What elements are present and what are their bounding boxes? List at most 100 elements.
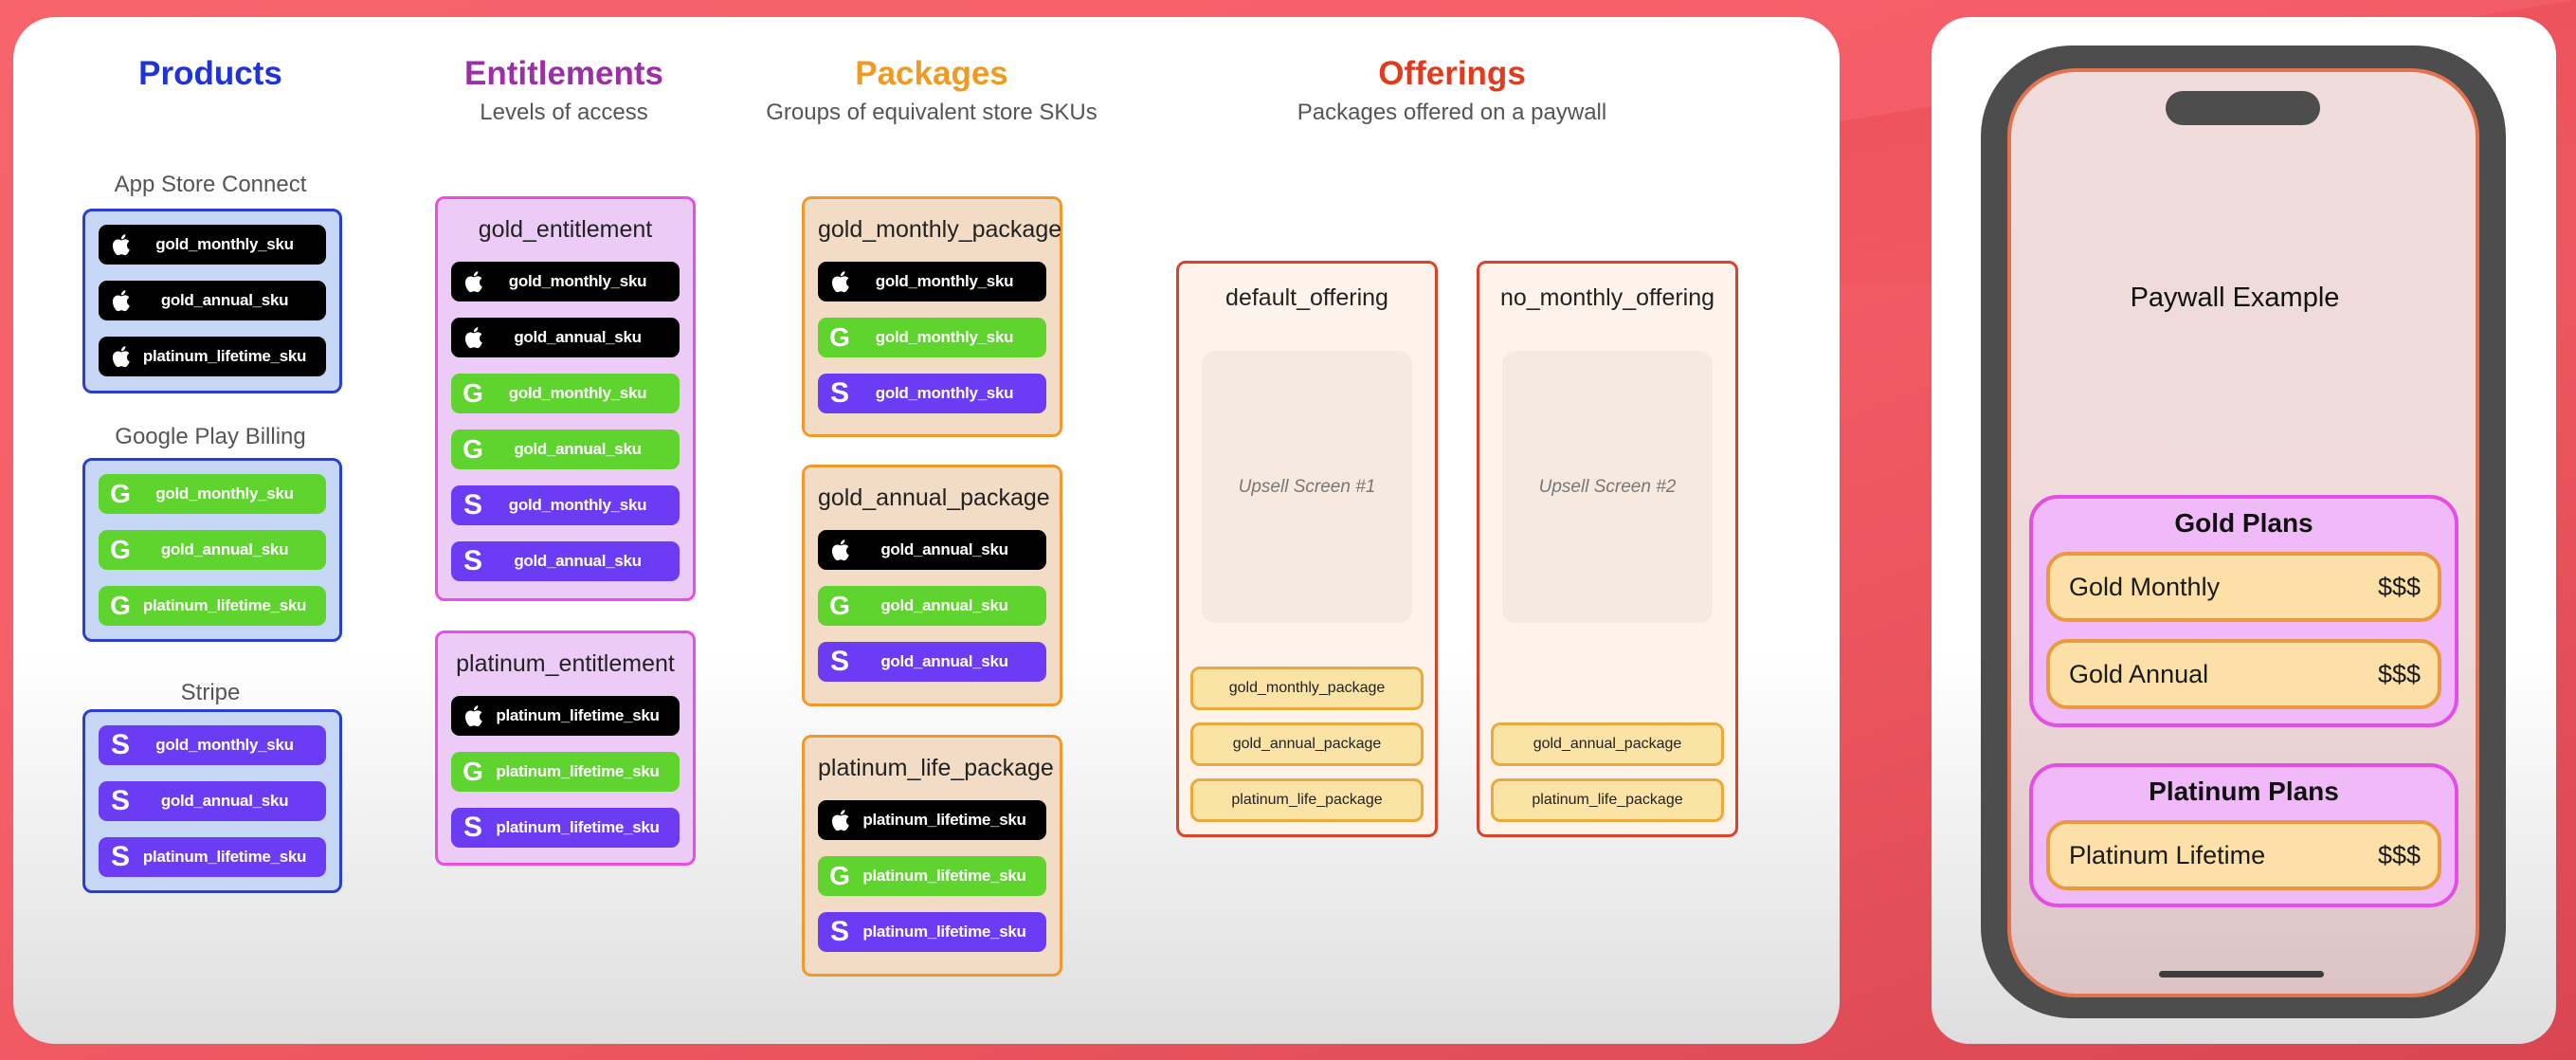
- offerings-subtitle: Packages offered on a paywall: [1297, 100, 1607, 125]
- sku-pill[interactable]: platinum_lifetime_sku: [818, 800, 1046, 840]
- sku-pill[interactable]: Gplatinum_lifetime_sku: [818, 856, 1046, 896]
- stripe-icon: S: [110, 729, 130, 760]
- apple-icon: [108, 286, 133, 315]
- entitlements-subtitle: Levels of access: [480, 100, 648, 125]
- sku-pill[interactable]: gold_annual_sku: [451, 318, 680, 357]
- offering-package[interactable]: gold_annual_package: [1190, 722, 1424, 766]
- sku-pill[interactable]: Ggold_annual_sku: [451, 429, 680, 469]
- sku-pill[interactable]: gold_monthly_sku: [818, 262, 1046, 302]
- sku-pill[interactable]: Ggold_monthly_sku: [451, 374, 680, 413]
- google-icon: G: [110, 591, 131, 620]
- sku-pill[interactable]: Splatinum_lifetime_sku: [451, 808, 680, 848]
- google-icon: G: [110, 479, 131, 508]
- store-box-app-store: gold_monthly_sku gold_annual_sku platinu…: [82, 209, 342, 393]
- sku-pill[interactable]: Gplatinum_lifetime_sku: [451, 752, 680, 792]
- google-icon: G: [829, 322, 850, 352]
- offering-package[interactable]: platinum_life_package: [1491, 778, 1724, 822]
- sku-pill[interactable]: gold_monthly_sku: [451, 262, 680, 302]
- upsell-screen-placeholder: Upsell Screen #2: [1502, 351, 1713, 623]
- sku-pill[interactable]: Splatinum_lifetime_sku: [99, 837, 326, 877]
- stripe-icon: S: [463, 489, 482, 521]
- entitlement-name: gold_entitlement: [478, 216, 653, 243]
- package-gold-annual: gold_annual_package gold_annual_sku Ggol…: [802, 465, 1062, 706]
- plan-item-gold-annual[interactable]: Gold Annual $$$: [2046, 639, 2441, 709]
- google-icon: G: [110, 535, 131, 564]
- entitlements-title: Entitlements: [463, 55, 664, 92]
- sku-pill[interactable]: gold_annual_sku: [99, 281, 326, 320]
- stripe-icon: S: [829, 377, 849, 409]
- plan-group-gold: Gold Plans Gold Monthly $$$ Gold Annual …: [2029, 495, 2458, 727]
- sku-pill[interactable]: Gplatinum_lifetime_sku: [99, 586, 326, 626]
- package-name: platinum_life_package: [818, 755, 1054, 781]
- offering-package[interactable]: platinum_life_package: [1190, 778, 1424, 822]
- sku-pill[interactable]: Sgold_monthly_sku: [99, 725, 326, 765]
- offering-default[interactable]: default_offering Upsell Screen #1 gold_m…: [1176, 261, 1438, 837]
- plan-price: $$$: [2377, 572, 2421, 601]
- paywall-title: Paywall Example: [2130, 283, 2340, 313]
- sku-pill[interactable]: Sgold_monthly_sku: [451, 485, 680, 525]
- apple-icon: [827, 806, 852, 834]
- plan-price: $$$: [2377, 840, 2421, 869]
- store-box-google-play: Ggold_monthly_sku Ggold_annual_sku Gplat…: [82, 458, 342, 642]
- stripe-icon: S: [829, 916, 849, 947]
- google-icon: G: [829, 591, 850, 620]
- package-name: gold_annual_package: [818, 484, 1050, 511]
- offering-name: default_offering: [1225, 284, 1388, 311]
- offering-package[interactable]: gold_annual_package: [1491, 722, 1724, 766]
- store-label-app-store: App Store Connect: [114, 172, 307, 197]
- stripe-icon: S: [829, 646, 849, 677]
- plan-group-title: Gold Plans: [2174, 508, 2313, 538]
- plan-item-platinum-lifetime[interactable]: Platinum Lifetime $$$: [2046, 820, 2441, 890]
- sku-pill[interactable]: platinum_lifetime_sku: [99, 337, 326, 376]
- packages-title: Packages: [855, 55, 1008, 92]
- home-indicator: [2159, 971, 2324, 978]
- stripe-icon: S: [110, 841, 130, 872]
- sku-pill[interactable]: Ggold_monthly_sku: [99, 474, 326, 514]
- google-icon: G: [463, 434, 483, 464]
- sku-pill[interactable]: platinum_lifetime_sku: [451, 696, 680, 736]
- package-name: gold_monthly_package: [818, 216, 1062, 243]
- apple-icon: [827, 267, 852, 296]
- products-title: Products: [138, 55, 282, 92]
- stripe-icon: S: [463, 812, 482, 843]
- apple-icon: [461, 323, 485, 352]
- offerings-title: Offerings: [1378, 55, 1526, 92]
- offering-no-monthly[interactable]: no_monthly_offering Upsell Screen #2 gol…: [1477, 261, 1738, 837]
- apple-icon: [108, 230, 133, 259]
- google-icon: G: [463, 378, 483, 408]
- apple-icon: [827, 536, 852, 564]
- plan-name: Gold Annual: [2069, 659, 2209, 688]
- dynamic-island: [2166, 91, 2320, 125]
- entitlement-name: platinum_entitlement: [456, 650, 675, 677]
- sku-pill[interactable]: Ggold_monthly_sku: [818, 318, 1046, 357]
- package-platinum-life: platinum_life_package platinum_lifetime_…: [802, 735, 1062, 977]
- entitlement-platinum: platinum_entitlement platinum_lifetime_s…: [435, 631, 696, 866]
- sku-pill[interactable]: Sgold_annual_sku: [99, 781, 326, 821]
- sku-pill[interactable]: Ggold_annual_sku: [818, 586, 1046, 626]
- sku-pill[interactable]: gold_monthly_sku: [99, 225, 326, 265]
- plan-name: Platinum Lifetime: [2069, 840, 2266, 869]
- google-icon: G: [829, 861, 850, 890]
- offering-package[interactable]: gold_monthly_package: [1190, 667, 1424, 710]
- packages-subtitle: Groups of equivalent store SKUs: [766, 100, 1098, 125]
- google-icon: G: [463, 757, 483, 786]
- upsell-screen-placeholder: Upsell Screen #1: [1202, 351, 1412, 623]
- store-label-google-play: Google Play Billing: [115, 424, 306, 449]
- stripe-icon: S: [463, 545, 482, 576]
- plan-price: $$$: [2377, 659, 2421, 688]
- sku-pill[interactable]: Splatinum_lifetime_sku: [818, 912, 1046, 952]
- sku-pill[interactable]: Ggold_annual_sku: [99, 530, 326, 570]
- sku-pill[interactable]: gold_annual_sku: [818, 530, 1046, 570]
- sku-pill[interactable]: Sgold_annual_sku: [818, 642, 1046, 682]
- store-box-stripe: Sgold_monthly_sku Sgold_annual_sku Splat…: [82, 709, 342, 893]
- apple-icon: [108, 342, 133, 371]
- apple-icon: [461, 702, 485, 730]
- plan-item-gold-monthly[interactable]: Gold Monthly $$$: [2046, 552, 2441, 622]
- package-gold-monthly: gold_monthly_package gold_monthly_sku Gg…: [802, 196, 1062, 437]
- stripe-icon: S: [110, 785, 130, 816]
- sku-pill[interactable]: Sgold_annual_sku: [451, 541, 680, 581]
- sku-pill[interactable]: Sgold_monthly_sku: [818, 374, 1046, 413]
- plan-name: Gold Monthly: [2069, 572, 2221, 601]
- entitlement-gold: gold_entitlement gold_monthly_sku gold_a…: [435, 196, 696, 601]
- plan-group-title: Platinum Plans: [2149, 777, 2339, 806]
